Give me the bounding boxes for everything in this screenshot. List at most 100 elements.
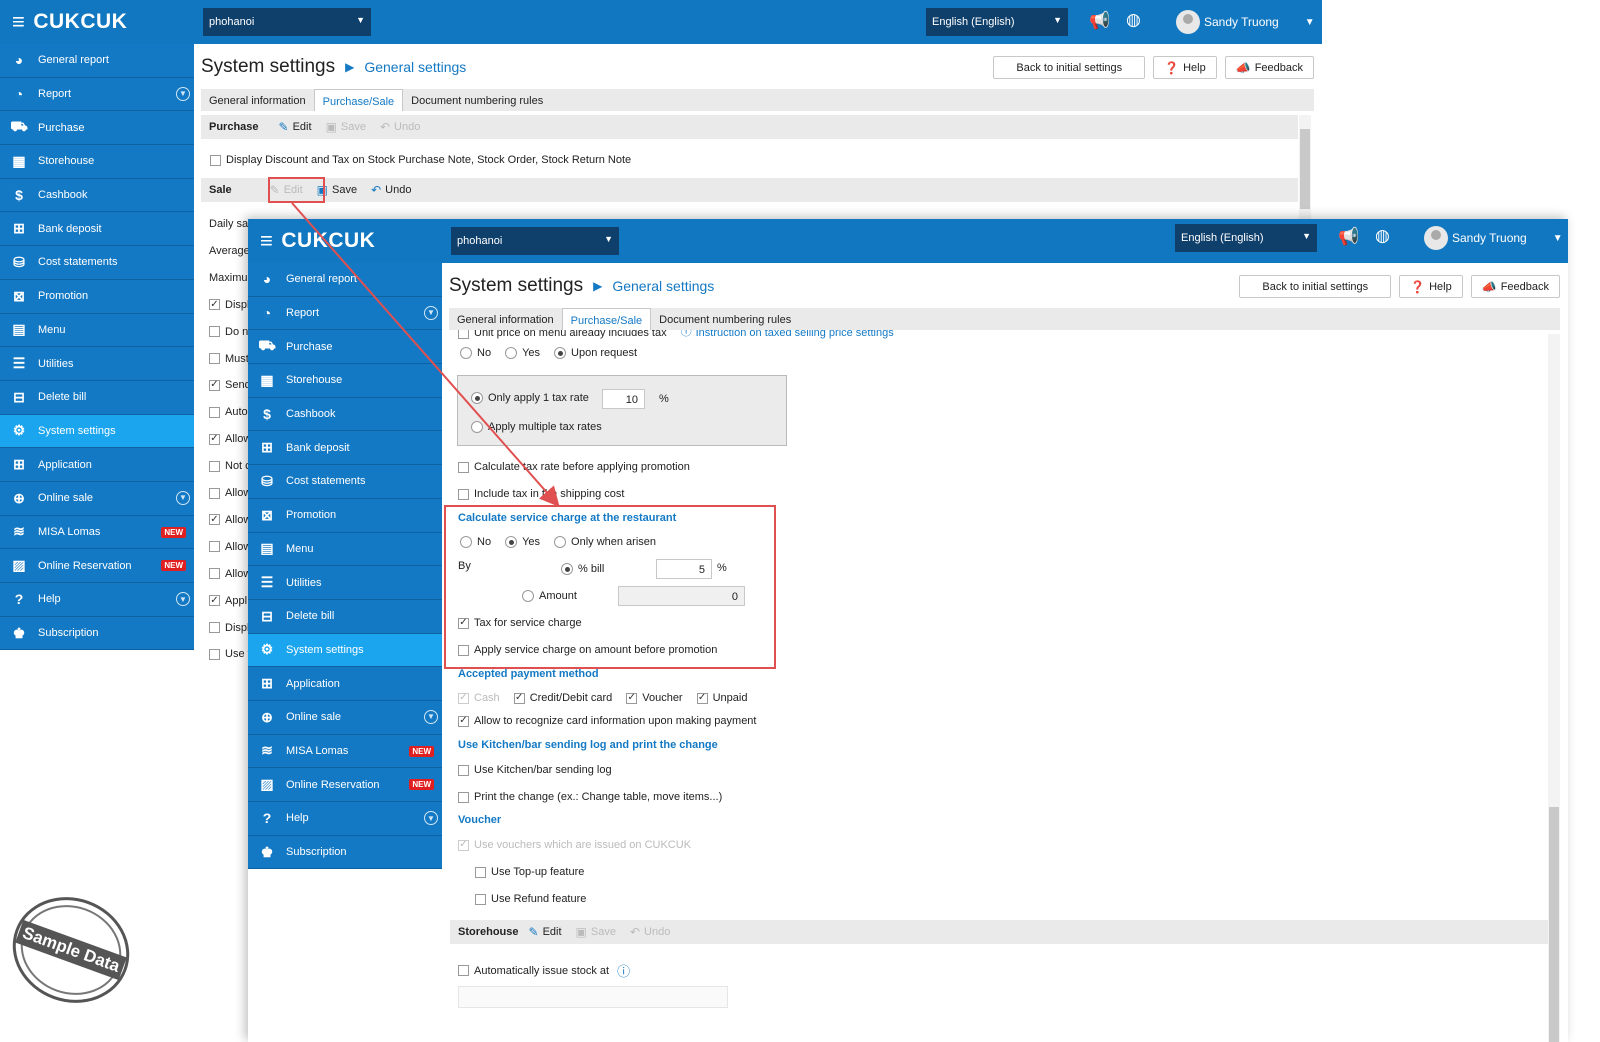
- radio-upon-request[interactable]: [554, 347, 567, 359]
- sidebar-item[interactable]: ⚙ System settings: [248, 633, 442, 668]
- checkbox[interactable]: [209, 406, 220, 418]
- language-select[interactable]: English (English) ▼: [1175, 224, 1317, 252]
- checkbox[interactable]: [475, 893, 486, 905]
- radio-yes[interactable]: [505, 347, 518, 359]
- checkbox[interactable]: ✓: [209, 514, 220, 526]
- tab[interactable]: General information: [449, 308, 562, 330]
- chevron-down-icon[interactable]: ▼: [424, 709, 438, 724]
- sidebar-item[interactable]: ⛁ Cost statements: [248, 465, 442, 499]
- edit-button[interactable]: ✎ Edit: [279, 120, 312, 134]
- globe-icon[interactable]: ◍: [1375, 226, 1390, 246]
- scrollbar-thumb[interactable]: [1549, 807, 1559, 1042]
- sidebar-item[interactable]: ⚙ System settings: [0, 414, 194, 449]
- unpaid-checkbox[interactable]: ✓: [696, 692, 708, 704]
- tax-rate-input[interactable]: 10: [602, 389, 645, 409]
- back-to-initial-button[interactable]: Back to initial settings: [1239, 275, 1392, 298]
- info-icon[interactable]: ⓘ: [617, 961, 630, 980]
- undo-button[interactable]: ↶ Undo: [630, 925, 670, 939]
- hamburger-icon[interactable]: ≡: [12, 9, 25, 35]
- checkbox[interactable]: [209, 353, 220, 364]
- feedback-button[interactable]: 📣 Feedback: [1224, 56, 1314, 79]
- checkbox[interactable]: [209, 648, 220, 660]
- tab[interactable]: Purchase/Sale: [561, 308, 652, 330]
- sidebar-item[interactable]: ⊠ Promotion: [0, 280, 194, 314]
- checkbox[interactable]: [209, 460, 220, 472]
- sidebar-item[interactable]: ⊞ Application: [248, 667, 442, 701]
- topup-option[interactable]: Use Top-up feature: [475, 866, 584, 878]
- checkbox[interactable]: [458, 965, 469, 976]
- checkbox[interactable]: ✓: [209, 433, 220, 445]
- sidebar-item[interactable]: ▨ Online Reservation NEW: [0, 549, 194, 583]
- sidebar-item[interactable]: ⛟ Purchase: [248, 330, 442, 365]
- sidebar-item[interactable]: ⛁ Cost statements: [0, 246, 194, 280]
- card-checkbox[interactable]: ✓: [513, 692, 525, 704]
- sidebar-item[interactable]: ? Help ▼: [248, 802, 442, 836]
- recognize-card-option[interactable]: ✓ Allow to recognize card information upo…: [458, 715, 756, 727]
- checkbox[interactable]: ✓: [458, 715, 469, 727]
- include-tax-shipping-option[interactable]: Include tax in the shipping cost: [458, 488, 624, 500]
- undo-button[interactable]: ↶ Undo: [371, 183, 411, 197]
- sidebar-item[interactable]: ◕ General report: [248, 263, 442, 297]
- page-subtitle[interactable]: General settings: [364, 59, 466, 75]
- scrollbar-thumb[interactable]: [1300, 129, 1310, 209]
- sidebar-item[interactable]: $ Cashbook: [248, 398, 442, 432]
- info-icon[interactable]: ⓘ: [681, 330, 692, 339]
- checkbox[interactable]: [458, 461, 469, 473]
- multiple-rates-option[interactable]: Apply multiple tax rates: [471, 421, 602, 433]
- checkbox[interactable]: ✓: [209, 379, 220, 391]
- sidebar-item[interactable]: ⊞ Application: [0, 448, 194, 482]
- announcement-icon[interactable]: 📢: [1089, 11, 1110, 31]
- sidebar-item[interactable]: ☰ Utilities: [0, 347, 194, 381]
- scrollbar[interactable]: [1299, 115, 1311, 219]
- checkbox[interactable]: ✓: [209, 595, 220, 607]
- checkbox[interactable]: [209, 487, 220, 499]
- tab[interactable]: Document numbering rules: [403, 89, 551, 111]
- checkbox[interactable]: [209, 541, 220, 553]
- sidebar-item[interactable]: ? Help ▼: [0, 583, 194, 617]
- page-subtitle[interactable]: General settings: [612, 278, 714, 294]
- calc-tax-before-promo-option[interactable]: Calculate tax rate before applying promo…: [458, 461, 690, 473]
- print-change-option[interactable]: Print the change (ex.: Change table, mov…: [458, 791, 722, 803]
- checkbox[interactable]: [458, 791, 469, 803]
- sidebar-item[interactable]: ⛟ Purchase: [0, 111, 194, 146]
- sidebar-item[interactable]: ≋ MISA Lomas NEW: [0, 516, 194, 550]
- checkbox[interactable]: [475, 866, 486, 878]
- checkbox[interactable]: [458, 488, 469, 500]
- sidebar-item[interactable]: ◔ Report ▼: [0, 78, 194, 112]
- checkbox[interactable]: [210, 154, 221, 166]
- sidebar-item[interactable]: $ Cashbook: [0, 179, 194, 213]
- help-button[interactable]: ❓ Help: [1399, 275, 1463, 298]
- sidebar-item[interactable]: ⊕ Online sale ▼: [0, 482, 194, 516]
- sidebar-item[interactable]: ⊞ Bank deposit: [248, 431, 442, 466]
- auto-issue-field[interactable]: [458, 986, 728, 1008]
- chevron-down-icon[interactable]: ▼: [176, 86, 190, 101]
- sidebar-item[interactable]: ▨ Online Reservation NEW: [248, 768, 442, 802]
- chevron-down-icon[interactable]: ▼: [424, 811, 438, 825]
- chevron-down-icon[interactable]: ▼: [424, 305, 438, 320]
- tab[interactable]: General information: [201, 89, 314, 111]
- edit-button[interactable]: ✎ Edit: [529, 925, 562, 939]
- sidebar-item[interactable]: ▦ Storehouse: [0, 145, 194, 179]
- help-button[interactable]: ❓ Help: [1153, 56, 1217, 79]
- sidebar-item[interactable]: ⊞ Bank deposit: [0, 212, 194, 247]
- language-select[interactable]: English (English) ▼: [926, 8, 1068, 36]
- radio[interactable]: [471, 421, 483, 433]
- branch-select[interactable]: phohanoi ▼: [203, 8, 371, 36]
- sidebar-item[interactable]: ▤ Menu: [248, 533, 442, 567]
- sidebar-item[interactable]: ⊕ Online sale ▼: [248, 701, 442, 735]
- announcement-icon[interactable]: 📢: [1338, 227, 1359, 247]
- sidebar-item[interactable]: ▤ Menu: [0, 314, 194, 348]
- branch-select[interactable]: phohanoi ▼: [451, 227, 619, 255]
- sidebar-item[interactable]: ▦ Storehouse: [248, 364, 442, 398]
- feedback-button[interactable]: 📣 Feedback: [1470, 275, 1560, 298]
- tab[interactable]: Document numbering rules: [651, 308, 799, 330]
- user-menu[interactable]: Sandy Truong ▼: [1176, 10, 1315, 34]
- checkbox[interactable]: [209, 568, 220, 580]
- sidebar-item[interactable]: ♚ Subscription: [0, 617, 194, 651]
- save-button[interactable]: ▣ Save: [326, 120, 366, 134]
- chevron-down-icon[interactable]: ▼: [176, 592, 190, 606]
- instruction-link[interactable]: Instruction on taxed selling price setti…: [696, 330, 894, 339]
- sidebar-item[interactable]: ≋ MISA Lomas NEW: [248, 735, 442, 769]
- radio[interactable]: [471, 392, 483, 404]
- checkbox[interactable]: [458, 330, 469, 339]
